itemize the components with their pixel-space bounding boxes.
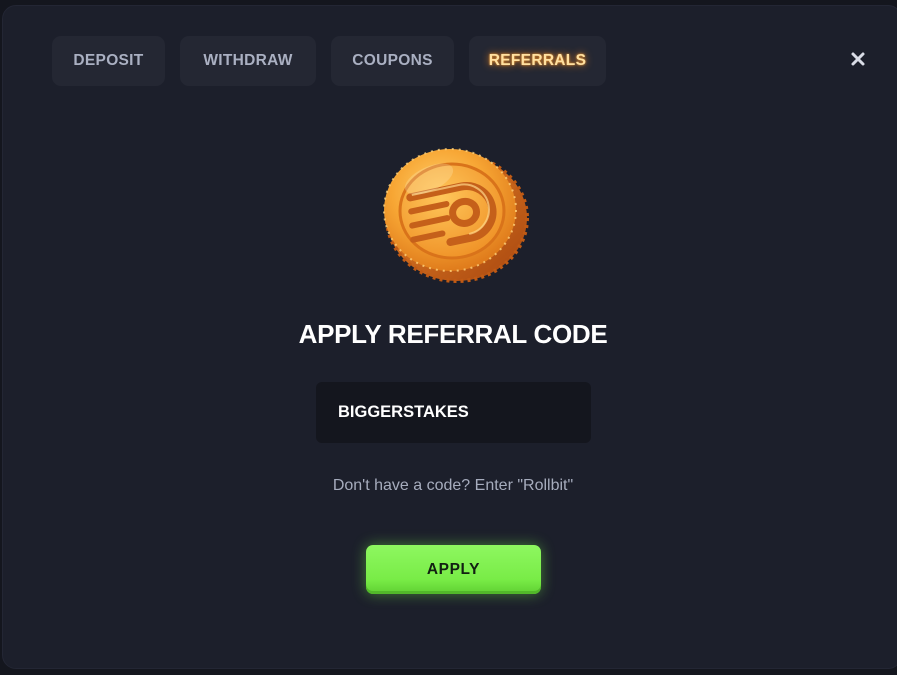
apply-button[interactable]: APPLY: [366, 545, 541, 594]
page-title: APPLY REFERRAL CODE: [298, 319, 608, 349]
tab-coupons[interactable]: COUPONS: [331, 36, 454, 86]
tab-withdraw[interactable]: WITHDRAW: [180, 36, 316, 86]
referral-code-input[interactable]: [316, 382, 591, 443]
close-icon[interactable]: [849, 50, 867, 68]
referral-hint-text: Don't have a code? Enter "Rollbit": [332, 477, 574, 494]
rollbit-coin-icon: [377, 139, 529, 285]
referral-modal: DEPOSIT WITHDRAW COUPONS REFERRALS APPLY…: [2, 5, 897, 669]
tab-referrals[interactable]: REFERRALS: [469, 36, 606, 86]
tab-deposit[interactable]: DEPOSIT: [52, 36, 165, 86]
